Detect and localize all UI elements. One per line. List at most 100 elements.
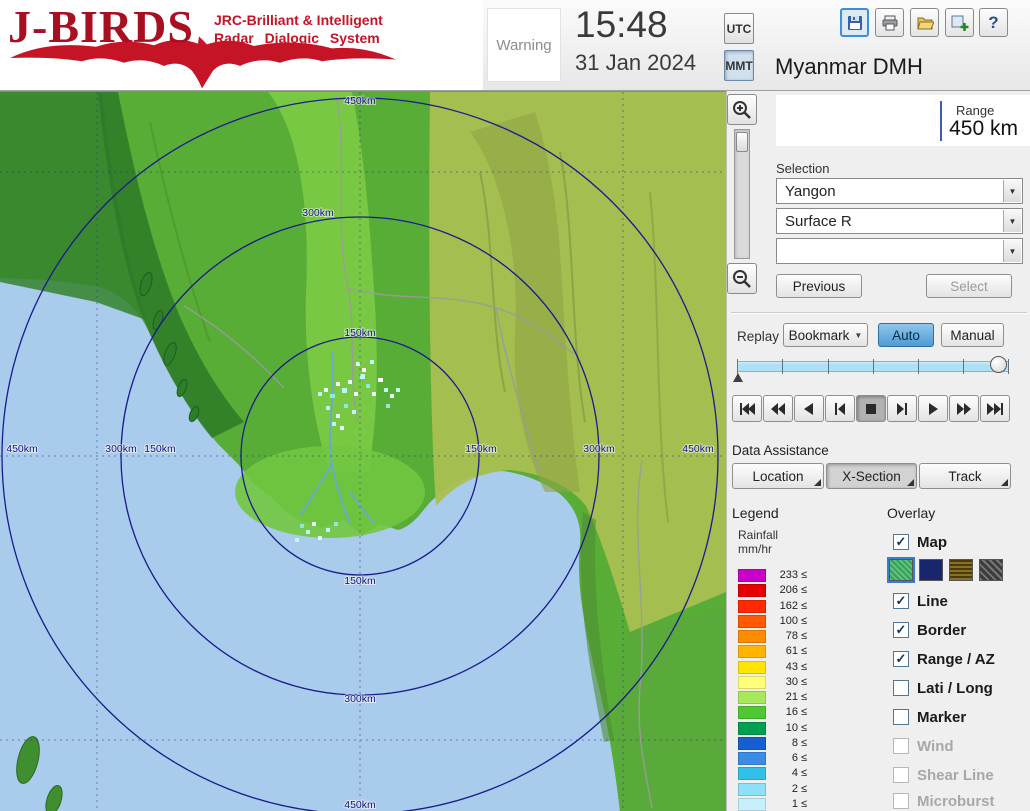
select-button[interactable]: Select xyxy=(926,274,1012,298)
play-reverse-button[interactable] xyxy=(794,395,824,422)
range-display: Range 450 km xyxy=(776,95,1030,146)
step-forward-button[interactable] xyxy=(887,395,917,422)
corner-handle-icon xyxy=(1001,479,1008,486)
legend-value: 16 xyxy=(766,706,798,718)
chevron-down-icon[interactable]: ▼ xyxy=(1003,180,1021,202)
open-folder-button[interactable] xyxy=(910,8,939,37)
previous-button[interactable]: Previous xyxy=(776,274,862,298)
bookmark-button[interactable]: Bookmark ▼ xyxy=(783,323,868,347)
help-icon: ? xyxy=(988,13,998,33)
microburst-checkbox xyxy=(893,793,909,809)
replay-timeline xyxy=(727,353,1030,385)
skip-to-start-button[interactable] xyxy=(732,395,762,422)
lati-long-checkbox[interactable] xyxy=(893,680,909,696)
control-panel: Range 450 km Selection Yangon ▼ Surface … xyxy=(726,91,1030,811)
legend-unit-line2: mm/hr xyxy=(738,542,772,556)
range-ring-label: 300km xyxy=(105,443,137,455)
overlay-item-label: Line xyxy=(917,593,948,610)
range-ring-label: 150km xyxy=(144,443,176,455)
fast-forward-button[interactable] xyxy=(949,395,979,422)
overlay-item-marker[interactable]: Marker xyxy=(893,707,966,727)
save-button[interactable] xyxy=(840,8,869,37)
print-icon xyxy=(881,14,899,32)
chevron-down-icon: ▼ xyxy=(854,331,862,340)
replay-slider-thumb[interactable] xyxy=(990,356,1007,373)
fast-rewind-icon xyxy=(769,402,787,416)
zoom-out-button[interactable] xyxy=(727,263,757,294)
location-button[interactable]: Location xyxy=(732,463,824,489)
marker-checkbox[interactable] xyxy=(893,709,909,725)
legend-row: 61≤ xyxy=(738,644,807,658)
overlay-item-lati-long[interactable]: Lati / Long xyxy=(893,678,993,698)
xsection-button[interactable]: X-Section xyxy=(826,463,917,489)
legend-row: 2≤ xyxy=(738,782,807,796)
line-checkbox[interactable] xyxy=(893,593,909,609)
overlay-item-border[interactable]: Border xyxy=(893,620,966,640)
map-style-swatch-olive[interactable] xyxy=(949,559,973,581)
clock-time: 15:48 xyxy=(575,4,668,46)
legend-value: 162 xyxy=(766,600,798,612)
chevron-down-icon[interactable]: ▼ xyxy=(1003,240,1021,262)
range-ring-label: 150km xyxy=(344,327,376,339)
legend-lte: ≤ xyxy=(801,615,807,627)
map-style-swatch-gray[interactable] xyxy=(979,559,1003,581)
xsection-button-label: X-Section xyxy=(842,469,901,484)
map-style-swatch-navy[interactable] xyxy=(919,559,943,581)
utc-button[interactable]: UTC xyxy=(724,13,754,44)
product-dropdown-value: Surface R xyxy=(785,213,852,230)
warning-label: Warning xyxy=(496,37,551,54)
legend-value: 6 xyxy=(766,752,798,764)
legend-row: 1≤ xyxy=(738,797,807,811)
print-button[interactable] xyxy=(875,8,904,37)
range-label: Range xyxy=(956,103,994,118)
corner-handle-icon xyxy=(907,479,914,486)
legend-lte: ≤ xyxy=(801,737,807,749)
overlay-item-range-az[interactable]: Range / AZ xyxy=(893,649,995,669)
zoom-in-button[interactable] xyxy=(727,94,757,125)
range-ring-label: 450km xyxy=(344,95,376,107)
legend-color-swatch xyxy=(738,676,766,689)
overlay-item-shear-line: Shear Line xyxy=(893,765,994,785)
overlay-item-map[interactable]: Map xyxy=(893,532,947,552)
border-checkbox[interactable] xyxy=(893,622,909,638)
track-button[interactable]: Track xyxy=(919,463,1011,489)
manual-button[interactable]: Manual xyxy=(941,323,1004,347)
slider-tick xyxy=(918,359,919,374)
help-button[interactable]: ? xyxy=(979,8,1008,37)
chevron-down-icon[interactable]: ▼ xyxy=(1003,210,1021,232)
play-forward-icon xyxy=(924,402,942,416)
zoom-slider-track[interactable] xyxy=(734,129,750,259)
legend-color-swatch xyxy=(738,691,766,704)
auto-button[interactable]: Auto xyxy=(878,323,934,347)
legend-row: 78≤ xyxy=(738,629,807,643)
location-button-label: Location xyxy=(752,469,803,484)
overlay-item-label: Map xyxy=(917,534,947,551)
radar-map[interactable]: 450km 300km 150km 150km 300km 450km 450k… xyxy=(0,91,726,811)
range-az-checkbox[interactable] xyxy=(893,651,909,667)
skip-to-end-button[interactable] xyxy=(980,395,1010,422)
open-folder-icon xyxy=(916,14,934,32)
warning-indicator[interactable]: Warning xyxy=(487,8,561,82)
play-forward-button[interactable] xyxy=(918,395,948,422)
fast-rewind-button[interactable] xyxy=(763,395,793,422)
play-reverse-icon xyxy=(800,402,818,416)
map-checkbox[interactable] xyxy=(893,534,909,550)
zoom-slider-thumb[interactable] xyxy=(736,132,748,152)
overlay-item-line[interactable]: Line xyxy=(893,591,948,611)
app-title: J-BIRDS xyxy=(8,0,194,53)
extra-dropdown[interactable]: ▼ xyxy=(776,238,1023,264)
site-dropdown[interactable]: Yangon ▼ xyxy=(776,178,1023,204)
legend-lte: ≤ xyxy=(801,752,807,764)
step-back-button[interactable] xyxy=(825,395,855,422)
export-button[interactable] xyxy=(945,8,974,37)
range-ring-label: 300km xyxy=(583,443,615,455)
range-ring-label: 300km xyxy=(302,207,334,219)
product-dropdown[interactable]: Surface R ▼ xyxy=(776,208,1023,234)
map-style-swatch-green[interactable] xyxy=(889,559,913,581)
stop-button[interactable] xyxy=(856,395,886,422)
mmt-button[interactable]: MMT xyxy=(724,50,754,81)
overlay-item-label: Border xyxy=(917,622,966,639)
app-tagline-line1: JRC-Brilliant & Intelligent xyxy=(214,12,383,28)
legend-lte: ≤ xyxy=(801,676,807,688)
legend-color-swatch xyxy=(738,798,766,811)
